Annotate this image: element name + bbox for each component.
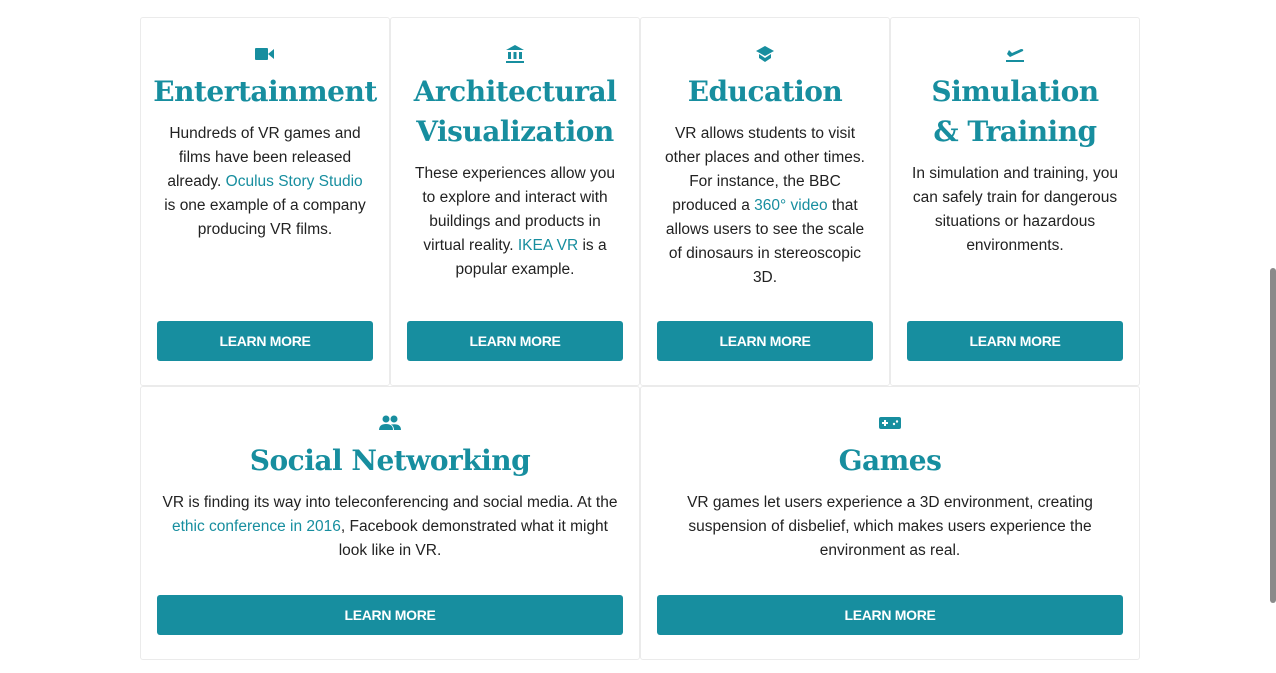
card-link[interactable]: Oculus Story Studio bbox=[226, 173, 363, 190]
learn-more-button[interactable]: LEARN MORE bbox=[157, 595, 623, 635]
card-title: Architectural Visualization bbox=[413, 75, 617, 148]
video-camera-icon bbox=[255, 44, 275, 64]
card-title: Education bbox=[687, 75, 843, 108]
learn-more-button[interactable]: LEARN MORE bbox=[407, 321, 623, 361]
card-link[interactable]: 360° video bbox=[754, 197, 827, 214]
bank-building-icon bbox=[505, 44, 525, 64]
card-text: VR allows students to visit other places… bbox=[665, 125, 865, 286]
category-grid: Entertainment Hundreds of VR games and f… bbox=[140, 17, 1140, 660]
card-text: VR is finding its way into teleconferenc… bbox=[162, 494, 618, 559]
scrollbar-thumb[interactable] bbox=[1270, 268, 1276, 603]
learn-more-button[interactable]: LEARN MORE bbox=[657, 595, 1123, 635]
card-games: Games VR games let users experience a 3D… bbox=[640, 386, 1140, 660]
learn-more-button[interactable]: LEARN MORE bbox=[907, 321, 1123, 361]
card-education: Education VR allows students to visit ot… bbox=[640, 17, 890, 386]
flight-takeoff-icon bbox=[1005, 44, 1025, 64]
card-title: Social Networking bbox=[249, 444, 531, 477]
card-entertainment: Entertainment Hundreds of VR games and f… bbox=[140, 17, 390, 386]
card-link[interactable]: ethic conference in 2016 bbox=[172, 518, 341, 535]
card-title: Entertainment bbox=[153, 75, 377, 108]
people-icon bbox=[379, 413, 401, 433]
card-social-networking: Social Networking VR is finding its way … bbox=[140, 386, 640, 660]
gamepad-icon bbox=[879, 413, 901, 433]
card-architectural-visualization: Architectural Visualization These experi… bbox=[390, 17, 640, 386]
learn-more-button[interactable]: LEARN MORE bbox=[157, 321, 373, 361]
graduation-cap-icon bbox=[755, 44, 775, 64]
card-text: These experiences allow you to explore a… bbox=[415, 165, 615, 278]
card-text: Hundreds of VR games and films have been… bbox=[164, 125, 366, 238]
card-simulation-training: Simulation & Training In simulation and … bbox=[890, 17, 1140, 386]
card-title: Games bbox=[838, 444, 942, 477]
card-text: In simulation and training, you can safe… bbox=[912, 165, 1118, 254]
card-text: VR games let users experience a 3D envir… bbox=[687, 494, 1093, 559]
card-link[interactable]: IKEA VR bbox=[518, 237, 578, 254]
card-title: Simulation & Training bbox=[931, 75, 1099, 148]
learn-more-button[interactable]: LEARN MORE bbox=[657, 321, 873, 361]
